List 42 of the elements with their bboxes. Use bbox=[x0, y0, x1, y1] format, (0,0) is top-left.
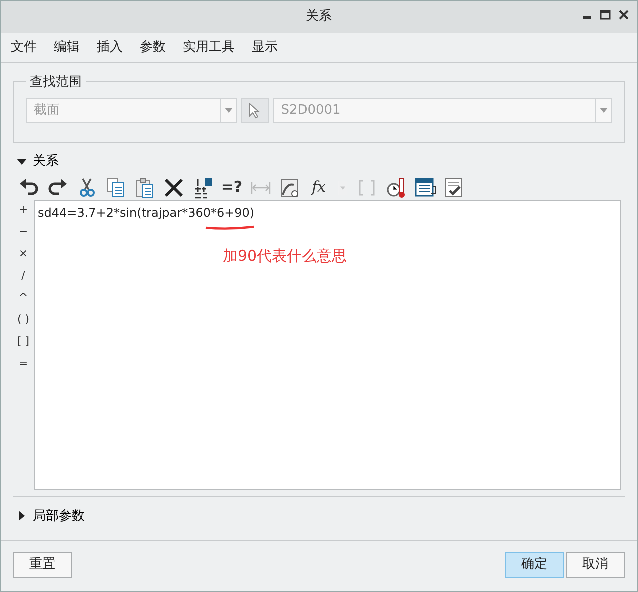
ok-button[interactable]: 确定 bbox=[505, 552, 564, 578]
menu-item[interactable]: 插入 bbox=[97, 38, 123, 58]
cancel-button[interactable]: 取消 bbox=[566, 552, 625, 578]
checklist-icon[interactable] bbox=[443, 176, 465, 198]
section-header[interactable]: 局部参数 bbox=[17, 506, 637, 526]
operator-button[interactable]: + bbox=[18, 200, 28, 222]
formula-text[interactable]: sd44=3.7+2*sin(trajpar*360*6+90) bbox=[38, 206, 255, 220]
cursor-icon bbox=[249, 102, 262, 118]
menu-item[interactable]: 显示 bbox=[252, 38, 278, 58]
maximize-icon[interactable] bbox=[600, 10, 611, 20]
select-button[interactable] bbox=[241, 98, 270, 123]
underline-mark bbox=[205, 224, 255, 230]
operator-button[interactable]: − bbox=[18, 222, 28, 244]
menu-item[interactable]: 实用工具 bbox=[183, 38, 235, 58]
operator-button[interactable]: ^ bbox=[18, 288, 28, 310]
operator-button[interactable]: × bbox=[18, 244, 28, 266]
menu-item[interactable]: 参数 bbox=[140, 38, 166, 58]
operator-button[interactable]: [ ] bbox=[17, 332, 30, 354]
units-icon[interactable] bbox=[192, 176, 214, 198]
operator-button[interactable]: / bbox=[22, 266, 26, 288]
close-icon[interactable] bbox=[619, 10, 629, 20]
caret-icon bbox=[600, 108, 608, 113]
reset-button[interactable]: 重置 bbox=[13, 552, 72, 578]
thermometer-icon[interactable] bbox=[385, 176, 407, 198]
window-title: 关系 bbox=[306, 8, 332, 26]
copy-icon[interactable] bbox=[105, 176, 127, 198]
menu-item[interactable]: 编辑 bbox=[54, 38, 80, 58]
undo-icon[interactable] bbox=[18, 176, 40, 198]
relations-editor[interactable]: sd44=3.7+2*sin(trajpar*360*6+90) 加90代表什么意思 bbox=[34, 200, 621, 490]
list-icon[interactable] bbox=[414, 176, 436, 198]
delete-icon[interactable] bbox=[163, 176, 185, 198]
caret-icon bbox=[224, 108, 233, 113]
annotation-text: 加90代表什么意思 bbox=[223, 246, 348, 266]
redo-icon[interactable] bbox=[47, 176, 69, 198]
section-header[interactable]: 关系 bbox=[17, 152, 637, 172]
operator-button[interactable]: = bbox=[18, 354, 28, 376]
operator-button[interactable]: ( ) bbox=[17, 310, 30, 332]
paste-icon[interactable] bbox=[134, 176, 156, 198]
function-button[interactable]: fx bbox=[307, 176, 331, 198]
menu-item[interactable]: 文件 bbox=[11, 38, 37, 58]
graph-icon[interactable] bbox=[279, 176, 301, 198]
evaluate-button[interactable]: =? bbox=[220, 176, 244, 198]
